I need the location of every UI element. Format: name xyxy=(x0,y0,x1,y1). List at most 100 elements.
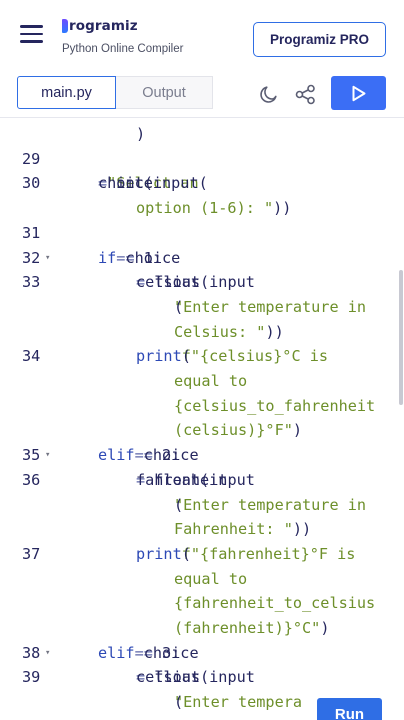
line-number: 35 xyxy=(22,446,41,465)
fold-arrow-icon[interactable]: ▾ xyxy=(45,641,50,666)
code-token: f"{celsius}°C is xyxy=(181,347,329,366)
code-line[interactable]: Fahrenheit: ")) xyxy=(0,517,404,542)
code-editor[interactable]: ) 29 30 choice = int(input("Select an option… xyxy=(0,119,404,720)
code-line[interactable]: (fahrenheit)}°C") xyxy=(0,616,404,641)
code-line[interactable]: Celsius: ")) xyxy=(0,320,404,345)
code-token: 3: xyxy=(152,643,181,662)
line-number: 34 xyxy=(22,347,41,366)
code-token: print xyxy=(136,347,182,366)
code-text: elif choice == 2: xyxy=(98,443,199,468)
brand[interactable]: rogramiz Python Online Compiler xyxy=(62,17,183,55)
code-token: float(input xyxy=(145,273,255,292)
code-token: elif xyxy=(98,643,135,662)
run-button[interactable]: Run xyxy=(317,698,382,720)
code-line[interactable]: {celsius_to_fahrenheit xyxy=(0,394,404,419)
editor-scrollbar[interactable] xyxy=(399,270,403,405)
code-token: Fahrenheit: " xyxy=(174,520,293,539)
code-text: print(f"{fahrenheit}°F is xyxy=(136,542,355,567)
code-token: int(input( xyxy=(107,174,208,193)
logo-text: rogramiz xyxy=(69,18,138,34)
line-number: 29 xyxy=(22,149,41,168)
code-token: )) xyxy=(265,322,284,341)
code-token: 2: xyxy=(152,446,181,465)
tab-main-py[interactable]: main.py xyxy=(17,76,116,109)
line-number: 38 xyxy=(22,643,41,662)
code-line[interactable]: 34 print(f"{celsius}°C is xyxy=(0,344,404,369)
fold-arrow-icon[interactable]: ▾ xyxy=(45,443,50,468)
code-line[interactable]: 38 ▾ elif choice == 3: xyxy=(0,641,404,666)
code-line[interactable]: ("Enter temperature in xyxy=(0,493,404,518)
code-text: (fahrenheit)}°C") xyxy=(174,616,329,641)
code-token: option (1-6): " xyxy=(136,199,274,218)
run-button-top[interactable] xyxy=(331,76,386,110)
code-token: {fahrenheit_to_celsius xyxy=(174,594,376,613)
code-token: f"{fahrenheit}°F is xyxy=(181,544,356,563)
code-line[interactable]: 32 ▾ if choice == 1: xyxy=(0,246,404,271)
code-token: ) xyxy=(292,421,303,440)
code-token: (celsius)}°F" xyxy=(174,421,293,440)
moon-icon[interactable] xyxy=(259,84,279,104)
share-icon[interactable] xyxy=(295,84,316,105)
logo-p-icon xyxy=(62,19,68,33)
code-token: )) xyxy=(273,199,292,218)
code-token: "Enter tempera xyxy=(174,693,303,712)
code-text: ("Enter temperature in xyxy=(174,493,366,518)
code-line[interactable]: ) xyxy=(0,122,404,147)
code-text: print(f"{celsius}°C is xyxy=(136,344,328,369)
code-token: equal to xyxy=(174,372,248,390)
tab-output[interactable]: Output xyxy=(116,76,213,109)
code-token: equal to xyxy=(174,569,248,588)
code-text: Celsius: ")) xyxy=(174,320,284,345)
code-line[interactable]: 29 xyxy=(0,147,404,172)
code-token: 1: xyxy=(134,248,163,267)
line-number: 31 xyxy=(22,223,41,242)
code-token: ( xyxy=(181,347,191,366)
line-number: 39 xyxy=(22,668,41,687)
code-token: elif xyxy=(98,446,135,465)
line-number: 33 xyxy=(22,273,41,292)
code-text: (celsius)}°F") xyxy=(174,418,302,443)
code-text: {fahrenheit_to_celsius xyxy=(174,591,375,616)
programiz-logo: rogramiz xyxy=(62,17,183,35)
programiz-pro-button[interactable]: Programiz PRO xyxy=(253,22,386,57)
code-token: "Enter temperature in xyxy=(174,495,367,514)
code-token: float(input xyxy=(145,668,255,687)
play-icon xyxy=(352,85,365,101)
line-number: 30 xyxy=(22,174,41,193)
code-line[interactable]: 35 ▾ elif choice == 2: xyxy=(0,443,404,468)
code-token: ) xyxy=(136,125,146,143)
code-line[interactable]: equal to xyxy=(0,369,404,394)
hamburger-icon[interactable] xyxy=(20,25,43,43)
code-text: equal to xyxy=(174,369,247,394)
code-line[interactable]: {fahrenheit_to_celsius xyxy=(0,591,404,616)
code-text: {celsius_to_fahrenheit xyxy=(174,394,375,419)
code-token: ( xyxy=(181,544,191,563)
code-line[interactable]: 39 celsius = float(input xyxy=(0,665,404,690)
line-number: 37 xyxy=(22,544,41,563)
code-text: fahrenheit = float(input xyxy=(136,468,255,493)
app-header: rogramiz Python Online Compiler Programi… xyxy=(0,0,404,68)
code-line[interactable]: option (1-6): ")) xyxy=(0,196,404,221)
code-token: Celsius: " xyxy=(174,322,266,341)
code-text: option (1-6): ")) xyxy=(136,196,291,221)
code-text: celsius = float(input xyxy=(136,270,255,295)
code-text: choice = int(input("Select an xyxy=(98,171,208,196)
code-text: celsius = float(input xyxy=(136,665,255,690)
code-token: ( xyxy=(174,297,184,316)
code-line[interactable]: 36 fahrenheit = float(input xyxy=(0,468,404,493)
code-line[interactable]: (celsius)}°F") xyxy=(0,418,404,443)
fold-arrow-icon[interactable]: ▾ xyxy=(45,246,50,271)
code-text: elif choice == 3: xyxy=(98,641,199,666)
code-line[interactable]: ("Enter temperature in xyxy=(0,295,404,320)
code-token: if xyxy=(98,248,117,267)
code-line[interactable]: 33 celsius = float(input xyxy=(0,270,404,295)
code-token: ( xyxy=(174,693,184,712)
code-token: {celsius_to_fahrenheit xyxy=(174,396,376,415)
code-line[interactable]: 30 choice = int(input("Select an xyxy=(0,171,404,196)
code-token: )) xyxy=(292,520,312,539)
code-line[interactable]: 37 print(f"{fahrenheit}°F is xyxy=(0,542,404,567)
code-line[interactable]: equal to xyxy=(0,567,404,592)
code-line[interactable]: 31 xyxy=(0,221,404,246)
code-token: ) xyxy=(320,619,330,637)
code-token: ( xyxy=(174,495,184,514)
